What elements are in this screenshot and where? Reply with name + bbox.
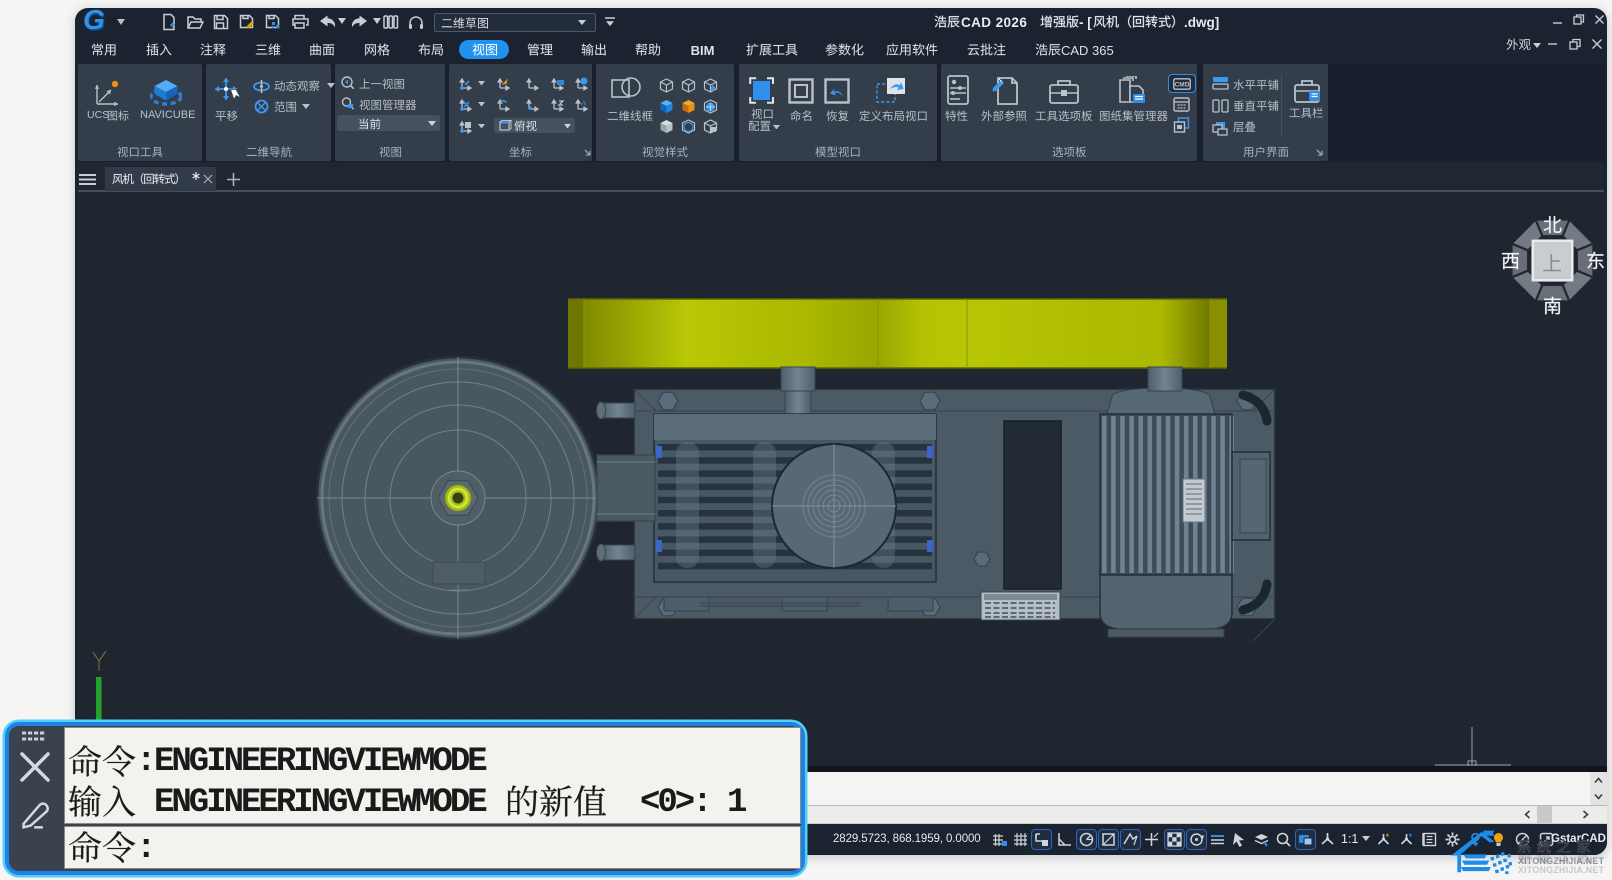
svg-text:CMD: CMD: [1175, 82, 1190, 89]
